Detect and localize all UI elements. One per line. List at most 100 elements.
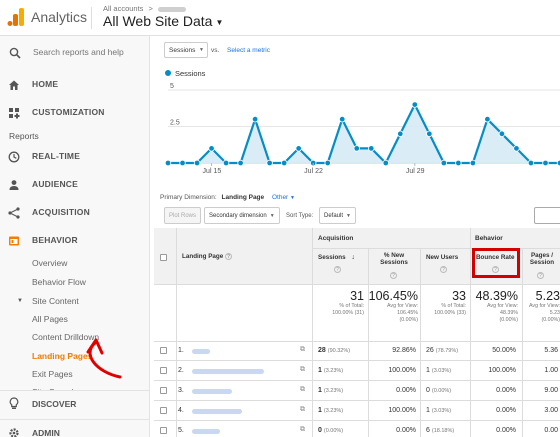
sidebar-item-all-pages[interactable]: All Pages bbox=[32, 314, 68, 324]
data-point[interactable] bbox=[280, 159, 288, 167]
data-point[interactable] bbox=[440, 159, 448, 167]
open-page-icon[interactable]: ⧉ bbox=[300, 386, 305, 394]
table-row[interactable]: 4. ⧉ 1 (3.23%) 100.00% 1 (3.03%) 0.00% 3.00 bbox=[154, 401, 560, 421]
y-tick-label: 5 bbox=[170, 83, 174, 90]
sidebar-item-site-content[interactable]: Site Content bbox=[32, 296, 79, 306]
blurred-account-name bbox=[158, 6, 187, 12]
home-icon bbox=[8, 78, 20, 90]
data-point[interactable] bbox=[484, 116, 491, 123]
sidebar-item-overview[interactable]: Overview bbox=[32, 258, 67, 268]
metric-selector-label: Sessions bbox=[169, 47, 196, 54]
breadcrumb-all-accounts[interactable]: All accounts bbox=[103, 4, 143, 13]
caret-down-icon: ▼ bbox=[199, 47, 204, 53]
data-point[interactable] bbox=[498, 130, 506, 137]
row-checkbox[interactable] bbox=[160, 387, 167, 394]
sidebar-item-landing-pages[interactable]: Landing Pages bbox=[32, 351, 92, 361]
data-point[interactable] bbox=[324, 159, 331, 167]
row-checkbox[interactable] bbox=[160, 427, 167, 434]
column-header-new-users[interactable]: New Users bbox=[426, 254, 458, 261]
sidebar-item-behavior[interactable]: BEHAVIOR bbox=[0, 226, 149, 254]
data-point[interactable] bbox=[222, 159, 230, 167]
top-header: Analytics All accounts > All Web Site Da… bbox=[0, 0, 560, 36]
data-point[interactable] bbox=[469, 159, 477, 167]
sidebar-item-customization[interactable]: CUSTOMIZATION bbox=[0, 98, 149, 126]
data-point[interactable] bbox=[426, 130, 433, 137]
data-point[interactable] bbox=[397, 130, 404, 137]
landing-page-link[interactable] bbox=[192, 348, 210, 355]
sidebar-item-home[interactable]: HOME bbox=[0, 70, 149, 98]
table-row[interactable]: 5. ⧉ 0 (0.00%) 0.00% 6 (18.18%) 0.00% 0.00 bbox=[154, 421, 560, 437]
table-row[interactable]: 3. ⧉ 1 (3.23%) 0.00% 0 (0.00%) 0.00% 9.00 bbox=[154, 381, 560, 401]
sort-type-dropdown[interactable]: Default ▼ bbox=[319, 207, 356, 224]
view-selector[interactable]: All Web Site Data ▼ bbox=[103, 13, 223, 29]
sidebar-search[interactable]: Search reports and help bbox=[0, 36, 149, 68]
sidebar-item-audience[interactable]: AUDIENCE bbox=[0, 170, 149, 198]
open-page-icon[interactable]: ⧉ bbox=[300, 366, 305, 374]
row-checkbox[interactable] bbox=[160, 407, 167, 414]
data-point[interactable] bbox=[339, 116, 346, 123]
analytics-logo-icon[interactable] bbox=[7, 7, 25, 32]
primary-dimension-other[interactable]: Other ▼ bbox=[272, 194, 295, 201]
table-search-input[interactable] bbox=[534, 207, 560, 224]
data-point[interactable] bbox=[251, 116, 259, 123]
data-point[interactable] bbox=[164, 159, 172, 167]
landing-page-link[interactable] bbox=[192, 388, 232, 395]
sidebar-item-label: AUDIENCE bbox=[32, 179, 78, 189]
data-point[interactable] bbox=[411, 101, 419, 108]
sidebar-item-exit-pages[interactable]: Exit Pages bbox=[32, 369, 73, 379]
help-icon[interactable]: ? bbox=[334, 266, 341, 273]
row-pages-per-session: 9.00 bbox=[544, 387, 558, 394]
legend-label: Sessions bbox=[175, 69, 206, 78]
search-input[interactable]: Search reports and help bbox=[33, 47, 124, 57]
dashboard-grid-icon bbox=[8, 106, 20, 119]
sidebar-item-realtime[interactable]: REAL-TIME bbox=[0, 142, 149, 170]
data-point[interactable] bbox=[237, 159, 244, 167]
data-point[interactable] bbox=[353, 145, 360, 152]
data-point[interactable] bbox=[513, 145, 520, 152]
data-point[interactable] bbox=[382, 159, 389, 167]
data-point[interactable] bbox=[208, 145, 215, 152]
data-point[interactable] bbox=[179, 159, 186, 167]
open-page-icon[interactable]: ⧉ bbox=[300, 426, 305, 434]
help-icon[interactable]: ? bbox=[390, 272, 397, 279]
sidebar-item-acquisition[interactable]: ACQUISITION bbox=[0, 198, 149, 226]
row-checkbox[interactable] bbox=[160, 347, 167, 354]
help-icon[interactable]: ? bbox=[537, 272, 544, 279]
table-row[interactable]: 2. ⧉ 1 (3.23%) 100.00% 1 (3.03%) 100.00% 1.00 bbox=[154, 361, 560, 381]
sidebar-item-discover[interactable]: DISCOVER bbox=[0, 390, 149, 414]
expand-triangle-icon[interactable]: ▼ bbox=[17, 298, 23, 304]
landing-page-link[interactable] bbox=[192, 428, 220, 435]
row-checkbox[interactable] bbox=[160, 367, 167, 374]
sidebar-item-content-drilldown[interactable]: Content Drilldown bbox=[32, 332, 99, 342]
row-index: 5. bbox=[178, 427, 184, 434]
sidebar-item-behavior-flow[interactable]: Behavior Flow bbox=[32, 277, 86, 287]
data-point[interactable] bbox=[527, 159, 535, 167]
select-all-checkbox[interactable] bbox=[160, 254, 167, 261]
column-header-sessions[interactable]: Sessions ↓ bbox=[318, 254, 355, 261]
column-header-new-sessions[interactable]: % New Sessions bbox=[374, 252, 414, 266]
secondary-dimension-dropdown[interactable]: Secondary dimension ▼ bbox=[204, 207, 280, 224]
data-point[interactable] bbox=[193, 159, 201, 167]
account-breadcrumb[interactable]: All accounts > bbox=[103, 4, 187, 13]
sidebar-item-admin[interactable]: ADMIN bbox=[0, 419, 149, 437]
select-metric-link[interactable]: Select a metric bbox=[227, 47, 270, 54]
column-header-landing-page[interactable]: Landing Page ? bbox=[182, 253, 233, 260]
primary-dimension-current[interactable]: Landing Page bbox=[222, 194, 265, 201]
data-point[interactable] bbox=[542, 159, 549, 167]
sessions-line-chart[interactable]: 5 2.5 Jul 15 Jul 22 Jul 29 bbox=[150, 80, 560, 180]
person-icon bbox=[8, 178, 20, 190]
metric-selector[interactable]: Sessions ▼ bbox=[164, 42, 208, 58]
table-row[interactable]: 1. ⧉ 28 (90.32%) 92.86% 26 (78.79%) 50.00% 5.3… bbox=[154, 341, 560, 361]
plot-rows-button[interactable]: Plot Rows bbox=[164, 207, 202, 224]
sidebar-item-label: REAL-TIME bbox=[32, 151, 81, 161]
help-icon[interactable]: ? bbox=[440, 266, 447, 273]
open-page-icon[interactable]: ⧉ bbox=[300, 406, 305, 414]
data-point[interactable] bbox=[295, 145, 302, 152]
data-point[interactable] bbox=[266, 159, 273, 167]
data-point[interactable] bbox=[368, 145, 375, 152]
column-header-pages-per-session[interactable]: Pages / Session bbox=[526, 252, 558, 266]
open-page-icon[interactable]: ⧉ bbox=[300, 346, 305, 354]
landing-page-link[interactable] bbox=[192, 408, 242, 415]
landing-page-link[interactable] bbox=[192, 368, 264, 375]
data-point[interactable] bbox=[455, 159, 462, 167]
